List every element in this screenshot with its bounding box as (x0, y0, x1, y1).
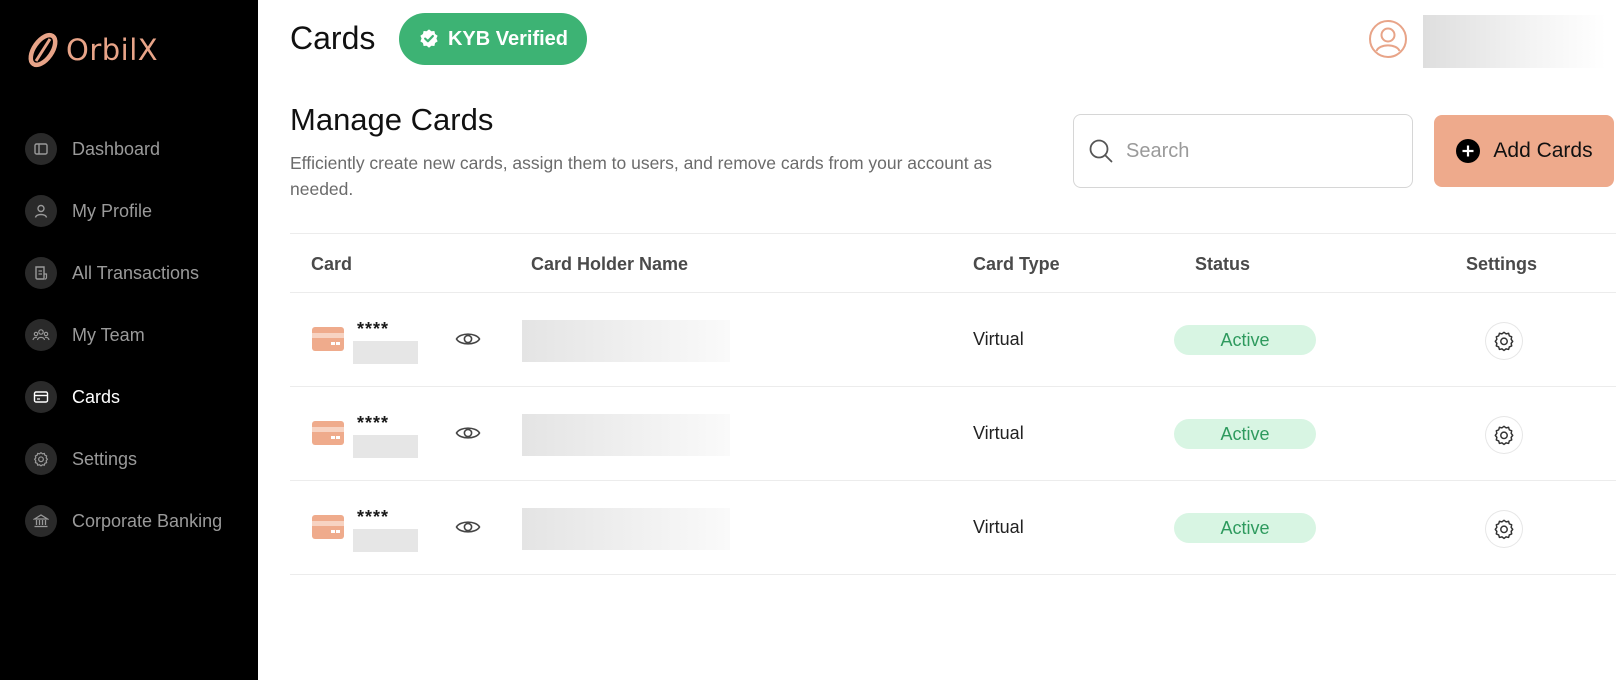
user-avatar[interactable] (1368, 19, 1408, 59)
user-icon (25, 195, 57, 227)
card-settings-button[interactable] (1486, 323, 1522, 359)
card-type: Virtual (973, 423, 1024, 443)
search-input[interactable] (1126, 139, 1396, 163)
gear-icon (1494, 519, 1514, 540)
card-number-mask: **** (357, 507, 390, 527)
brand-logo[interactable]: OrbilX (24, 30, 158, 70)
eye-icon[interactable] (455, 423, 481, 443)
card-holder-name-redacted (522, 414, 730, 456)
status-badge: Active (1174, 513, 1316, 543)
receipt-icon (25, 257, 57, 289)
credit-card-icon (312, 421, 344, 445)
sidebar-item-label: My Team (72, 324, 145, 345)
sidebar-item-settings[interactable]: Settings (0, 428, 258, 490)
gear-icon (25, 443, 57, 475)
card-number-mask: **** (357, 413, 390, 433)
cards-table: Card Card Holder Name Card Type Status S… (290, 233, 1616, 575)
sidebar-item-label: Cards (72, 386, 121, 407)
sidebar-item-my-team[interactable]: My Team (0, 304, 258, 366)
search-icon (1089, 139, 1113, 163)
card-icon (25, 381, 57, 413)
status-badge: Active (1174, 325, 1316, 355)
card-type: Virtual (973, 329, 1024, 349)
sidebar-item-label: Settings (72, 448, 138, 469)
brand-logo-icon (28, 32, 58, 68)
credit-card-icon (312, 515, 344, 539)
card-holder-name-redacted (522, 508, 730, 550)
sidebar: OrbilX Dashboard My Profile All Transact… (0, 0, 258, 680)
team-icon (25, 319, 57, 351)
section-title: Manage Cards (290, 102, 494, 137)
status-badge: Active (1174, 419, 1316, 449)
card-number-mask: **** (357, 319, 390, 339)
user-avatar-icon (1369, 20, 1407, 58)
card-number-redacted (353, 435, 418, 458)
table-row: **** Virtual Active (290, 293, 1616, 387)
sidebar-item-corporate-banking[interactable]: Corporate Banking (0, 490, 258, 552)
column-header-card-holder-name: Card Holder Name (531, 254, 689, 274)
card-number-redacted (353, 529, 418, 552)
card-holder-name-redacted (522, 320, 730, 362)
column-header-card: Card (311, 254, 353, 274)
add-cards-label: Add Cards (1493, 139, 1593, 162)
card-settings-button[interactable] (1486, 511, 1522, 547)
dashboard-icon (25, 133, 57, 165)
card-type: Virtual (973, 517, 1024, 537)
user-name-redacted (1423, 15, 1606, 68)
eye-icon[interactable] (455, 517, 481, 537)
sidebar-item-label: Dashboard (72, 138, 161, 159)
column-header-settings: Settings (1466, 254, 1538, 274)
sidebar-item-my-profile[interactable]: My Profile (0, 180, 258, 242)
sidebar-item-dashboard[interactable]: Dashboard (0, 118, 258, 180)
verified-check-icon (420, 29, 438, 48)
sidebar-nav: Dashboard My Profile All Transactions My… (0, 118, 258, 552)
credit-card-icon (312, 327, 344, 351)
gear-icon (1494, 425, 1514, 446)
gear-icon (1494, 331, 1514, 352)
card-settings-button[interactable] (1486, 417, 1522, 453)
section-description: Efficiently create new cards, assign the… (290, 153, 992, 199)
plus-circle-icon (1456, 139, 1481, 163)
table-header: Card Card Holder Name Card Type Status S… (290, 233, 1616, 293)
sidebar-item-all-transactions[interactable]: All Transactions (0, 242, 258, 304)
page-title: Cards (290, 20, 376, 56)
search-box[interactable] (1073, 114, 1413, 188)
kyb-verified-badge: KYB Verified (399, 13, 587, 65)
sidebar-item-label: All Transactions (72, 262, 200, 283)
sidebar-item-cards[interactable]: Cards (0, 366, 258, 428)
table-row: **** Virtual Active (290, 387, 1616, 481)
bank-icon (25, 505, 57, 537)
sidebar-item-label: My Profile (72, 200, 153, 221)
column-header-card-type: Card Type (973, 254, 1060, 274)
brand-name: OrbilX (66, 33, 159, 67)
add-cards-button[interactable]: Add Cards (1434, 115, 1614, 187)
column-header-status: Status (1195, 254, 1251, 274)
table-row: **** Virtual Active (290, 481, 1616, 575)
card-number-redacted (353, 341, 418, 364)
eye-icon[interactable] (455, 329, 481, 349)
kyb-badge-label: KYB Verified (447, 27, 569, 50)
sidebar-item-label: Corporate Banking (72, 510, 223, 531)
